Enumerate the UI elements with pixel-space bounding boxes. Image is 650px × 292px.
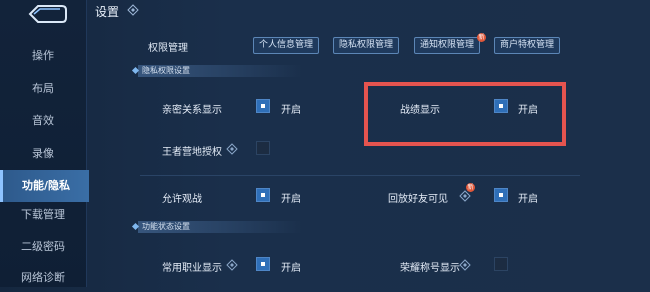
personal-info-button[interactable]: 个人信息管理 (253, 37, 319, 54)
spectate-label: 允许观战 (162, 194, 202, 205)
new-badge: 新 (466, 183, 475, 192)
replay-checkbox[interactable] (494, 188, 508, 202)
spectate-state: 开启 (281, 194, 301, 205)
camp-checkbox[interactable] (256, 141, 270, 155)
replay-label: 回放好友可见 (388, 194, 448, 205)
page-title: 设置 (95, 5, 120, 19)
sidebar-item-operation[interactable]: 操作 (0, 42, 86, 70)
job-checkbox[interactable] (256, 257, 270, 271)
honor-checkbox[interactable] (494, 257, 508, 271)
function-section-title: 功能状态设置 (138, 221, 302, 233)
sidebar-item-sound[interactable]: 音效 (0, 107, 86, 135)
intimate-state: 开启 (281, 105, 301, 116)
sidebar-item-layout[interactable]: 布局 (0, 75, 86, 103)
privacy-section-title: 隐私权限设置 (138, 65, 302, 77)
job-help-icon[interactable] (226, 259, 238, 271)
privacy-permission-button[interactable]: 隐私权限管理 (333, 37, 399, 54)
back-icon[interactable] (24, 3, 68, 25)
notification-permission-button[interactable]: 通知权限管理 (414, 37, 480, 54)
new-badge: 新 (477, 33, 486, 42)
sidebar-item-function-privacy[interactable]: 功能/隐私 (0, 170, 89, 202)
permission-label: 权限管理 (148, 43, 188, 54)
spectate-checkbox[interactable] (256, 188, 270, 202)
sidebar-item-secondary-password[interactable]: 二级密码 (0, 233, 86, 261)
job-state: 开启 (281, 263, 301, 274)
intimate-checkbox[interactable] (256, 99, 270, 113)
divider (140, 175, 580, 176)
merchant-privilege-button[interactable]: 商户特权管理 (494, 37, 560, 54)
sidebar-item-network[interactable]: 网络诊断 (0, 264, 86, 292)
help-gem-icon[interactable] (127, 4, 139, 16)
camp-label: 王者营地授权 (162, 147, 222, 158)
honor-label: 荣耀称号显示 (400, 263, 460, 274)
sidebar-item-recording[interactable]: 录像 (0, 140, 86, 168)
highlight-box (364, 82, 566, 146)
sidebar-item-download[interactable]: 下载管理 (0, 201, 86, 229)
sidebar: 操作 布局 音效 录像 功能/隐私 下载管理 二级密码 网络诊断 (0, 0, 89, 287)
replay-state: 开启 (518, 194, 538, 205)
camp-help-icon[interactable] (226, 143, 238, 155)
honor-help-icon[interactable] (459, 259, 471, 271)
intimate-label: 亲密关系显示 (162, 105, 222, 116)
job-label: 常用职业显示 (162, 263, 222, 274)
